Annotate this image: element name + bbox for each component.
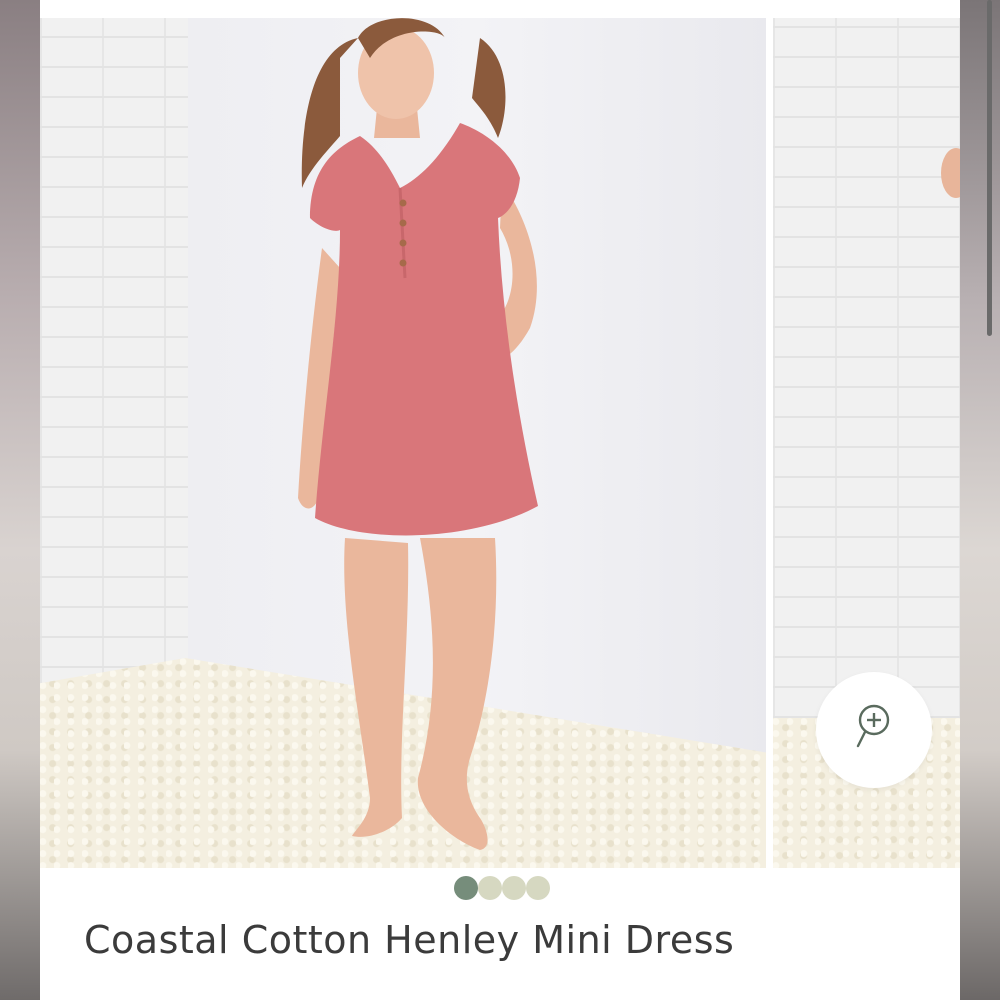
- model-figure: [298, 18, 538, 850]
- carousel-dot[interactable]: [478, 876, 502, 900]
- carousel-dots: [454, 876, 550, 900]
- zoom-button[interactable]: [816, 672, 932, 788]
- carousel-dot[interactable]: [502, 876, 526, 900]
- right-blurred-edge: [960, 0, 1000, 1000]
- carousel-dot-active[interactable]: [454, 876, 478, 900]
- product-title: Coastal Cotton Henley Mini Dress: [84, 918, 735, 962]
- image-carousel[interactable]: [40, 18, 960, 868]
- zoom-in-icon: [856, 704, 890, 748]
- brick-wall-next: [773, 18, 960, 778]
- scrollbar-thumb[interactable]: [987, 0, 992, 336]
- scrollbar[interactable]: [986, 0, 994, 340]
- carousel-dot[interactable]: [526, 876, 550, 900]
- product-page: Coastal Cotton Henley Mini Dress: [40, 0, 992, 1000]
- product-image-main[interactable]: [40, 18, 766, 868]
- left-blurred-edge: [0, 0, 40, 1000]
